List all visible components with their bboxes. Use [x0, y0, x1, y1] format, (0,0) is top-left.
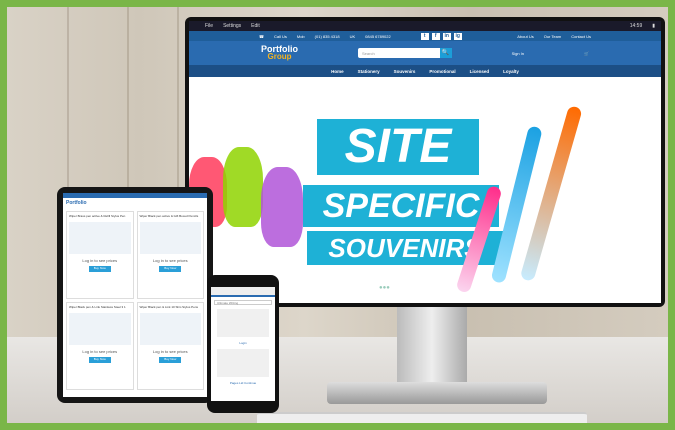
- facebook-icon[interactable]: f: [431, 32, 440, 40]
- photo-frame: File Settings Edit 14:59 ▮ ☎ Call Us Mob…: [0, 0, 675, 430]
- our-team-link[interactable]: Our Team: [544, 34, 562, 39]
- site-top-bar: ☎ Call Us Mob (01) 835 4318 UK 0845 6789…: [189, 31, 661, 41]
- product-card[interactable]: Wiper Black pen & Link Stainless Steel 3…: [66, 302, 134, 390]
- monitor-stand: [397, 307, 467, 387]
- product-image[interactable]: [69, 313, 131, 345]
- nav-loyalty[interactable]: Loyalty: [503, 69, 519, 74]
- tablet-product-grid: Wiper Brass pen active & Refill Stylus P…: [63, 208, 207, 393]
- buy-now-button[interactable]: Buy Now: [159, 266, 182, 272]
- os-menu-edit[interactable]: Edit: [251, 23, 260, 29]
- site-header: Portfolio Group Search 🔍 Sign In 🛒: [189, 41, 661, 65]
- nav-licensed[interactable]: Licensed: [470, 69, 490, 74]
- product-card[interactable]: Wiper Black pen active & Gift Boxed Penc…: [136, 211, 204, 299]
- green-cup-image: [223, 147, 263, 227]
- instagram-icon[interactable]: ig: [453, 32, 462, 40]
- mob-label: Mob: [296, 33, 305, 39]
- product-title[interactable]: Wiper Black pen & Link 10 Slim Stylus Pe…: [140, 305, 202, 309]
- desktop-monitor: File Settings Edit 14:59 ▮ ☎ Call Us Mob…: [185, 17, 665, 307]
- product-title[interactable]: Wiper Black pen & Link Stainless Steel 3…: [69, 305, 131, 309]
- hero-banner[interactable]: SITE SPECIFIC SOUVENIRS ●●●: [189, 77, 661, 297]
- battery-icon: ▮: [652, 23, 655, 29]
- phone-product-image[interactable]: [217, 349, 269, 377]
- buy-now-button[interactable]: Buy Now: [88, 357, 111, 363]
- tablet-logo[interactable]: Portfolio: [63, 198, 207, 208]
- sign-in-link[interactable]: Sign In: [512, 51, 524, 56]
- login-prices-link[interactable]: Log in to see prices: [140, 349, 202, 354]
- site-logo[interactable]: Portfolio Group: [261, 45, 298, 61]
- uk-label: UK: [349, 33, 356, 39]
- about-us-link[interactable]: About Us: [517, 34, 533, 39]
- phone-screen: Ultimate Writing Login Pages Ltd Continu…: [211, 287, 275, 401]
- call-us-label: Call Us: [273, 33, 287, 39]
- twitter-icon[interactable]: t: [420, 32, 429, 40]
- product-image[interactable]: [139, 222, 201, 254]
- desktop-screen: File Settings Edit 14:59 ▮ ☎ Call Us Mob…: [189, 21, 661, 303]
- nav-stationery[interactable]: Stationery: [358, 69, 380, 74]
- cart-icon[interactable]: 🛒: [584, 51, 589, 56]
- logo-line-2: Group: [267, 52, 292, 61]
- keyboard: [257, 412, 587, 423]
- hero-line-2: SPECIFIC: [303, 185, 499, 227]
- login-prices-link[interactable]: Log in to see prices: [69, 258, 131, 263]
- product-card[interactable]: Wiper Black pen & Link 10 Slim Stylus Pe…: [136, 302, 204, 390]
- product-title[interactable]: Wiper Black pen active & Gift Boxed Penc…: [140, 214, 202, 218]
- nav-souvenirs[interactable]: Souvenirs: [394, 69, 416, 74]
- mob-phone[interactable]: (01) 835 4318: [315, 34, 340, 39]
- nav-home[interactable]: Home: [331, 69, 344, 74]
- product-title[interactable]: Wiper Brass pen active & Refill Stylus P…: [69, 214, 131, 218]
- phone-device: Ultimate Writing Login Pages Ltd Continu…: [207, 275, 279, 413]
- phone-product-image[interactable]: [217, 309, 269, 337]
- carousel-dots[interactable]: ●●●: [379, 285, 390, 291]
- login-prices-link[interactable]: Log in to see prices: [140, 258, 202, 263]
- buy-now-button[interactable]: Buy Now: [159, 357, 182, 363]
- phone-login-link[interactable]: Login: [211, 341, 275, 345]
- phone-search-input[interactable]: Ultimate Writing: [214, 300, 272, 305]
- social-links: t f in ig: [420, 32, 462, 40]
- hero-line-1: SITE: [317, 119, 479, 175]
- product-card[interactable]: Wiper Brass pen active & Refill Stylus P…: [66, 211, 134, 299]
- search-button[interactable]: 🔍: [439, 48, 452, 58]
- buy-now-button[interactable]: Buy Now: [88, 266, 111, 272]
- search-placeholder: Search: [362, 50, 375, 56]
- search-input[interactable]: Search 🔍: [358, 48, 452, 58]
- tablet-device: Portfolio Wiper Brass pen active & Refil…: [57, 187, 213, 403]
- os-menu-settings[interactable]: Settings: [223, 23, 241, 29]
- tablet-screen: Portfolio Wiper Brass pen active & Refil…: [63, 193, 207, 397]
- nav-promotional[interactable]: Promotional: [429, 69, 455, 74]
- phone-header: [211, 287, 275, 297]
- os-clock: 14:59: [629, 23, 643, 29]
- linkedin-icon[interactable]: in: [442, 32, 451, 40]
- login-prices-link[interactable]: Log in to see prices: [69, 349, 131, 354]
- main-nav: Home Stationery Souvenirs Promotional Li…: [189, 65, 661, 77]
- uk-phone[interactable]: 0845 6789022: [365, 34, 391, 39]
- purple-cup-image: [261, 167, 303, 247]
- os-menu-bar: File Settings Edit 14:59 ▮: [189, 21, 661, 31]
- os-menu-file[interactable]: File: [205, 23, 213, 29]
- product-image[interactable]: [139, 313, 201, 345]
- monitor-base: [327, 382, 547, 404]
- contact-us-link[interactable]: Contact Us: [571, 34, 591, 39]
- phone-icon: ☎: [259, 33, 264, 39]
- phone-continue-link[interactable]: Pages Ltd Continue: [211, 381, 275, 385]
- product-image[interactable]: [69, 222, 131, 254]
